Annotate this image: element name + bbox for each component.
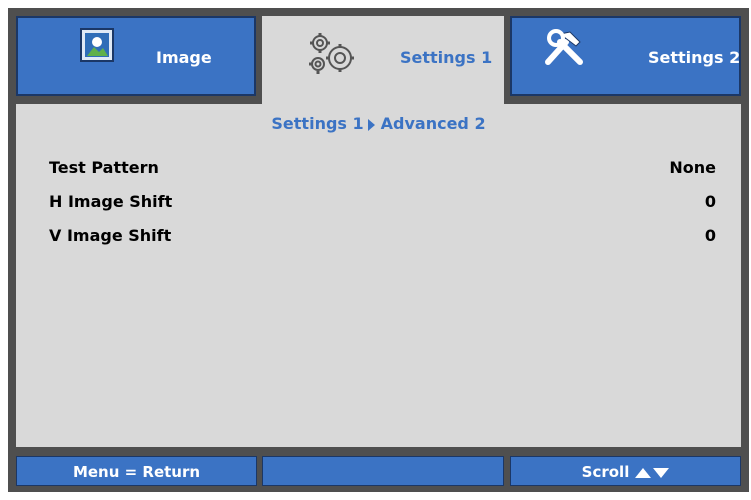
menu-item-label: Test Pattern: [49, 158, 159, 177]
breadcrumb-parent: Settings 1: [271, 114, 364, 133]
menu-item-value: None: [669, 158, 716, 177]
tab-image[interactable]: Image: [16, 16, 256, 96]
tab-label: Settings 1: [400, 48, 493, 67]
arrow-down-icon: [653, 467, 670, 478]
menu-item-test-pattern[interactable]: Test Pattern None: [49, 158, 716, 186]
gears-icon: [306, 30, 358, 82]
content-panel: Settings 1 Advanced 2 Test Pattern None H…: [16, 104, 741, 447]
footer-middle: [262, 456, 504, 486]
menu-item-value: 0: [704, 192, 716, 211]
footer-right-label: Scroll: [581, 463, 630, 481]
tab-label: Settings 2: [648, 48, 741, 67]
footer-scroll: Scroll: [510, 456, 741, 486]
footer-menu-return: Menu = Return: [16, 456, 257, 486]
breadcrumb: Settings 1 Advanced 2: [16, 114, 741, 133]
footer-left-label: Menu = Return: [72, 463, 201, 481]
arrow-up-icon: [635, 467, 652, 478]
tab-label: Image: [156, 48, 212, 67]
menu-item-v-image-shift[interactable]: V Image Shift 0: [49, 226, 716, 254]
breadcrumb-separator-icon: [367, 118, 375, 131]
menu-item-label: V Image Shift: [49, 226, 172, 245]
menu-item-h-image-shift[interactable]: H Image Shift 0: [49, 192, 716, 220]
tab-settings-1[interactable]: Settings 1: [262, 16, 504, 104]
tools-icon: [540, 28, 588, 72]
image-icon: [80, 28, 114, 66]
menu-item-value: 0: [704, 226, 716, 245]
tab-settings-2[interactable]: Settings 2: [510, 16, 741, 96]
menu-item-label: H Image Shift: [49, 192, 173, 211]
osd-menu: Image Settings 1 Settings 2 Settings 1 A…: [8, 8, 749, 492]
breadcrumb-current: Advanced 2: [380, 114, 486, 133]
